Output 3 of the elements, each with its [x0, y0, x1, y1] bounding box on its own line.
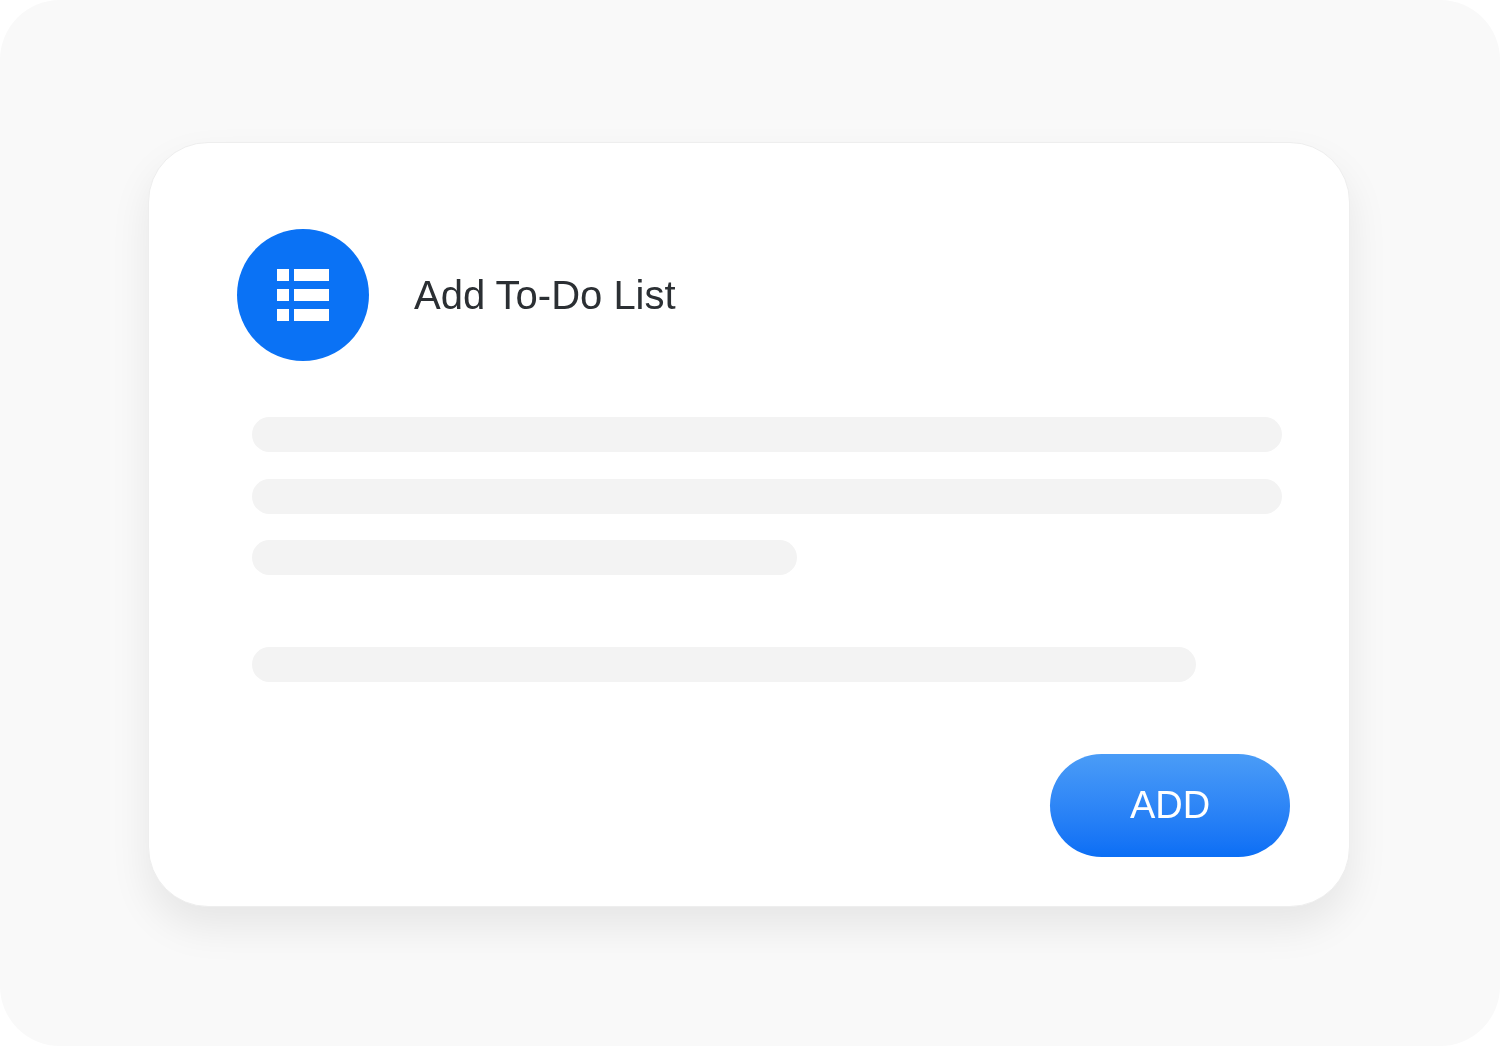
dialog-title: Add To-Do List	[414, 272, 676, 319]
add-button[interactable]: ADD	[1050, 754, 1290, 857]
list-icon	[277, 269, 329, 321]
